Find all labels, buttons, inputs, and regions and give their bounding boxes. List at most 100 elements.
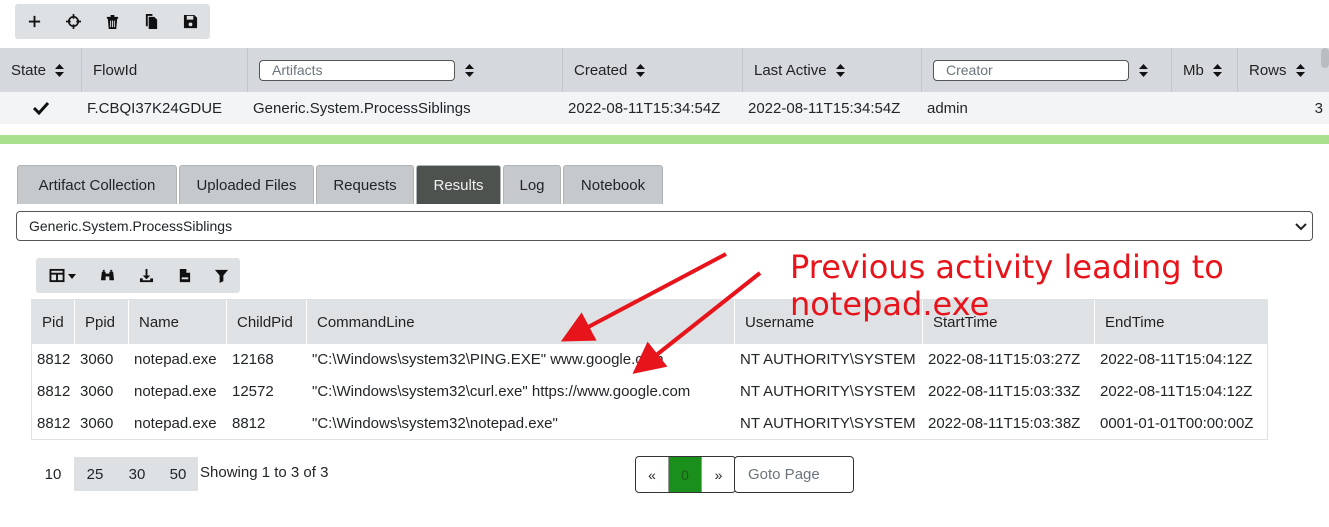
target-button[interactable] — [54, 4, 93, 39]
cell-commandline: "C:\Windows\system32\notepad.exe" — [312, 414, 558, 432]
flow-last-active-cell: 2022-08-11T15:34:54Z — [748, 99, 901, 117]
cell-pid: 8812 — [37, 350, 71, 368]
page-size-10[interactable]: 10 — [32, 457, 74, 491]
binoculars-icon — [100, 269, 115, 281]
column-header-pid[interactable]: Pid — [32, 300, 75, 344]
export-csv-button[interactable] — [165, 258, 203, 293]
cell-starttime: 2022-08-11T15:03:38Z — [928, 414, 1081, 432]
cell-pid: 8812 — [37, 414, 71, 432]
flows-table-header: State FlowId Created Last Active Mb Rows — [0, 48, 1329, 92]
tab-uploaded-files[interactable]: Uploaded Files — [179, 165, 314, 204]
flow-rows-cell: 3 — [1314, 99, 1323, 117]
tab-log[interactable]: Log — [503, 165, 561, 204]
last-active-header-label: Last Active — [754, 61, 827, 79]
artifacts-column-header — [248, 48, 563, 92]
mb-column-header[interactable]: Mb — [1172, 48, 1238, 92]
column-header-childpid[interactable]: ChildPid — [227, 300, 307, 344]
tab-requests[interactable]: Requests — [316, 165, 414, 204]
flow-id-cell[interactable]: F.CBQI37K24GDUE — [82, 92, 248, 124]
caret-down-icon — [67, 273, 76, 279]
column-header-ppid[interactable]: Ppid — [75, 300, 129, 344]
delete-flow-button[interactable] — [93, 4, 132, 39]
cell-commandline: "C:\Windows\system32\curl.exe" https://w… — [312, 382, 691, 400]
sort-icon[interactable] — [636, 63, 646, 77]
pager: « 0 » — [635, 456, 736, 493]
progress-bar — [0, 135, 1329, 144]
crosshairs-icon — [66, 14, 81, 29]
cell-username: NT AUTHORITY\SYSTEM — [740, 414, 916, 432]
cell-starttime: 2022-08-11T15:03:33Z — [928, 382, 1081, 400]
prev-page-button[interactable]: « — [636, 457, 669, 492]
tab-artifact-collection[interactable]: Artifact Collection — [17, 165, 177, 204]
artifact-select-value: Generic.System.ProcessSiblings — [29, 218, 233, 234]
sort-icon[interactable] — [1295, 63, 1305, 77]
cell-starttime: 2022-08-11T15:03:27Z — [928, 350, 1081, 368]
sort-icon[interactable] — [835, 63, 845, 77]
creator-filter-input[interactable] — [933, 59, 1129, 81]
next-page-button[interactable]: » — [702, 457, 735, 492]
filter-icon — [214, 269, 229, 283]
tab-notebook[interactable]: Notebook — [563, 165, 663, 204]
csv-file-icon — [179, 268, 190, 283]
column-header-commandline[interactable]: CommandLine — [307, 300, 735, 344]
add-flow-button[interactable] — [15, 4, 54, 39]
showing-count: Showing 1 to 3 of 3 — [200, 464, 329, 481]
cell-childpid: 12572 — [232, 382, 274, 400]
rows-column-header[interactable]: Rows — [1238, 48, 1329, 92]
mb-header-label: Mb — [1183, 61, 1204, 79]
rows-header-label: Rows — [1249, 61, 1287, 79]
table-row[interactable]: 8812 3060 notepad.exe 12572 "C:\Windows\… — [32, 375, 1267, 407]
sort-icon[interactable] — [1212, 63, 1222, 77]
table-scrollbar[interactable] — [1321, 48, 1329, 68]
copy-flow-button[interactable] — [132, 4, 171, 39]
last-active-column-header[interactable]: Last Active — [743, 48, 922, 92]
cell-endtime: 2022-08-11T15:04:12Z — [1100, 382, 1253, 400]
sort-icon[interactable] — [1139, 63, 1148, 77]
created-column-header[interactable]: Created — [563, 48, 743, 92]
search-button[interactable] — [88, 258, 127, 293]
artifacts-filter-input[interactable] — [259, 59, 455, 81]
state-header-label: State — [11, 61, 47, 79]
cell-endtime: 2022-08-11T15:04:12Z — [1100, 350, 1253, 368]
save-icon — [183, 14, 198, 29]
results-toolbar — [36, 258, 240, 293]
tab-results[interactable]: Results — [416, 165, 501, 204]
current-page-button[interactable]: 0 — [669, 457, 702, 492]
flow-artifacts-cell: Generic.System.ProcessSiblings — [253, 99, 471, 117]
save-flow-button[interactable] — [171, 4, 210, 39]
page-size-30[interactable]: 30 — [116, 457, 158, 491]
sort-icon[interactable] — [55, 63, 65, 77]
cell-username: NT AUTHORITY\SYSTEM — [740, 382, 916, 400]
cell-endtime: 0001-01-01T00:00:00Z — [1100, 414, 1254, 432]
cell-commandline: "C:\Windows\system32\PING.EXE" www.googl… — [312, 350, 664, 368]
flowid-header-label: FlowId — [93, 61, 138, 79]
cell-ppid: 3060 — [80, 350, 114, 368]
cell-ppid: 3060 — [80, 414, 114, 432]
flow-row[interactable]: F.CBQI37K24GDUE Generic.System.ProcessSi… — [0, 92, 1329, 124]
page-size-25[interactable]: 25 — [74, 457, 116, 491]
flow-created-cell: 2022-08-11T15:34:54Z — [568, 99, 721, 117]
artifact-select[interactable]: Generic.System.ProcessSiblings — [16, 211, 1313, 241]
column-selector-button[interactable] — [36, 258, 88, 293]
created-header-label: Created — [574, 61, 628, 79]
cell-name: notepad.exe — [134, 350, 217, 368]
filter-button[interactable] — [203, 258, 240, 293]
cell-username: NT AUTHORITY\SYSTEM — [740, 350, 916, 368]
flow-mb-cell — [1172, 92, 1238, 124]
cell-name: notepad.exe — [134, 414, 217, 432]
table-row[interactable]: 8812 3060 notepad.exe 8812 "C:\Windows\s… — [32, 407, 1267, 439]
flowid-column-header[interactable]: FlowId — [82, 48, 248, 92]
state-column-header[interactable]: State — [0, 48, 82, 92]
cell-pid: 8812 — [37, 382, 71, 400]
cell-name: notepad.exe — [134, 382, 217, 400]
columns-icon — [49, 268, 64, 283]
checkmark-icon — [33, 101, 49, 115]
cell-ppid: 3060 — [80, 382, 114, 400]
download-button[interactable] — [127, 258, 165, 293]
goto-page-input[interactable] — [734, 456, 854, 493]
column-header-name[interactable]: Name — [129, 300, 227, 344]
page-size-50[interactable]: 50 — [158, 457, 198, 491]
sort-icon[interactable] — [465, 63, 474, 77]
add-icon — [28, 15, 41, 28]
table-row[interactable]: 8812 3060 notepad.exe 12168 "C:\Windows\… — [32, 343, 1267, 375]
